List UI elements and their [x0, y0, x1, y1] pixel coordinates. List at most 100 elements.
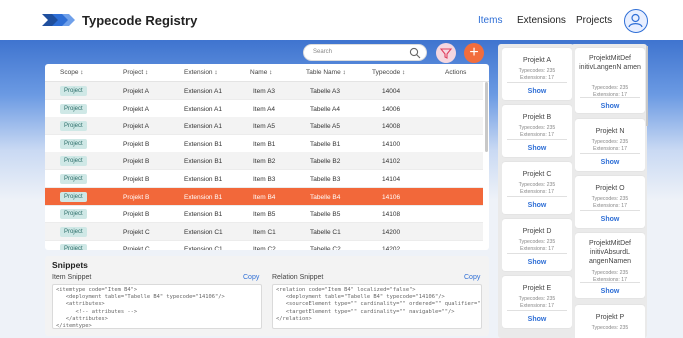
cell-project: Projekt A: [123, 88, 150, 95]
table-row[interactable]: Project Projekt C Extension C1 Item C1 Tabel…: [45, 222, 483, 241]
table-row[interactable]: Project Projekt A Extension A1 Item A5 Tabel…: [45, 117, 483, 136]
project-card: ProjektMitDef initivLangenN amen Typecode…: [575, 48, 645, 113]
project-extensions: Extensions: 17: [519, 303, 555, 309]
project-extensions: Extensions: 17: [519, 246, 555, 252]
project-typecodes: Typecodes: 235: [518, 296, 556, 302]
table-row[interactable]: Project Projekt A Extension A1 Item A4 Tabel…: [45, 100, 483, 118]
show-project-button[interactable]: Show: [502, 88, 572, 95]
cell-name: Item C1: [253, 228, 276, 236]
project-card: Projekt O Typecodes: 235 Extensions: 17 Sho…: [575, 176, 645, 228]
card-divider: [580, 210, 640, 211]
card-divider: [580, 97, 640, 98]
column-header-typecode[interactable]: Typecode ↕: [372, 69, 405, 76]
project-typecodes: Typecodes: 235: [591, 270, 629, 276]
project-typecodes: Typecodes: 235: [591, 139, 629, 145]
scope-badge: Project: [60, 244, 87, 250]
cell-typecode: 14004: [382, 88, 401, 95]
cell-typecode: 14008: [382, 123, 401, 131]
nav-items[interactable]: Items: [478, 15, 502, 26]
card-divider: [507, 82, 567, 83]
cell-table-name: Tabelle A4: [310, 105, 340, 113]
cell-extension: Extension B1: [184, 158, 223, 166]
card-divider: [580, 153, 640, 154]
table-row[interactable]: Project Projekt B Extension B1 Item B3 Tabel…: [45, 170, 483, 188]
table-row[interactable]: Project Projekt B Extension B1 Item B1 Tabel…: [45, 135, 483, 153]
project-typecodes: Typecodes: 235: [591, 85, 629, 91]
snippets-title: Snippets: [52, 260, 88, 270]
cell-name: Item A4: [253, 105, 276, 113]
card-divider: [580, 282, 640, 283]
projects-column-2: ProjektMitDef initivLangenN amen Typecode…: [575, 45, 645, 338]
show-project-button[interactable]: Show: [502, 259, 572, 266]
filter-icon: [439, 48, 453, 59]
cell-table-name: Tabelle C2: [310, 246, 341, 250]
project-name: Projekt O: [595, 185, 625, 192]
nav-projects[interactable]: Projects: [576, 15, 612, 26]
cell-name: Item B1: [253, 140, 276, 148]
cell-project: Projekt A: [123, 123, 150, 131]
item-snippet-label: Item Snippet: [52, 274, 92, 281]
cell-project: Projekt B: [123, 211, 150, 219]
cell-project: Projekt C: [123, 246, 150, 250]
item-snippet-code: <itemtype code="Item B4"> <deployment ta…: [52, 284, 262, 329]
table-scrollbar[interactable]: [485, 82, 488, 152]
cell-extension: Extension A1: [184, 123, 222, 131]
cell-typecode: 14106: [382, 193, 401, 201]
cell-table-name: Tabelle A5: [310, 123, 340, 131]
table-header: Scope ↕ Project ↕ Extension ↕ Name ↕ Tab…: [45, 64, 489, 82]
cell-name: Item B5: [253, 211, 276, 219]
column-header-table-name[interactable]: Table Name ↕: [306, 69, 346, 76]
project-typecodes: Typecodes: 235: [591, 325, 629, 331]
cell-project: Projekt C: [123, 228, 150, 236]
project-card: Projekt A Typecodes: 235 Extensions: 17 Sho…: [502, 48, 572, 100]
project-name: Projekt A: [522, 57, 551, 64]
avatar[interactable]: [624, 9, 648, 33]
projects-scrollbar[interactable]: [646, 46, 648, 126]
app-logo-icon: [42, 14, 75, 26]
add-item-button[interactable]: +: [464, 43, 484, 63]
relation-snippet-code: <relation code="Item B4" localized="fals…: [272, 284, 482, 329]
filter-button[interactable]: [436, 43, 456, 63]
cell-table-name: Tabelle B4: [310, 193, 341, 201]
project-typecodes: Typecodes: 235: [518, 182, 556, 188]
project-card: Projekt E Typecodes: 235 Extensions: 17 Sho…: [502, 276, 572, 328]
show-project-button[interactable]: Show: [575, 159, 645, 166]
table-row[interactable]: Project Projekt B Extension B1 Item B5 Tabel…: [45, 205, 483, 224]
project-typecodes: Typecodes: 235: [518, 239, 556, 245]
project-card: Projekt C Typecodes: 235 Extensions: 17 Sho…: [502, 162, 572, 214]
table-row[interactable]: Project Projekt A Extension A1 Item A3 Tabel…: [45, 82, 483, 100]
column-header-extension[interactable]: Extension ↕: [184, 69, 218, 76]
column-header-actions: Actions: [445, 69, 467, 76]
scope-badge: Project: [60, 138, 87, 149]
copy-relation-snippet-button[interactable]: Copy: [464, 274, 480, 281]
project-name: Projekt N: [595, 128, 625, 135]
show-project-button[interactable]: Show: [502, 202, 572, 209]
copy-item-snippet-button[interactable]: Copy: [243, 274, 259, 281]
column-header-scope[interactable]: Scope ↕: [60, 69, 84, 76]
scope-badge: Project: [60, 191, 87, 202]
cell-typecode: 14100: [382, 140, 401, 148]
cell-typecode: 14108: [382, 211, 401, 219]
show-project-button[interactable]: Show: [502, 316, 572, 323]
show-project-button[interactable]: Show: [575, 216, 645, 223]
search-input[interactable]: Search: [303, 44, 427, 61]
cell-name: Item B3: [253, 176, 276, 183]
column-header-name[interactable]: Name ↕: [250, 69, 272, 76]
show-project-button[interactable]: Show: [575, 288, 645, 295]
cell-project: Projekt B: [123, 140, 150, 148]
project-name: ProjektMitDef initivAbsurdL angenNamen: [588, 240, 632, 265]
project-name: Projekt C: [522, 171, 552, 178]
cell-extension: Extension B1: [184, 140, 223, 148]
project-card: ProjektMitDef initivAbsurdL angenNamen Ty…: [575, 233, 645, 298]
cell-typecode: 14200: [382, 228, 401, 236]
nav-extensions[interactable]: Extensions: [517, 15, 566, 26]
column-header-project[interactable]: Project ↕: [123, 69, 148, 76]
table-row[interactable]: Project Projekt B Extension B1 Item B4 Tabel…: [45, 187, 483, 206]
card-divider: [507, 196, 567, 197]
project-name: Projekt E: [522, 285, 552, 292]
cell-extension: Extension B1: [184, 211, 223, 219]
table-row[interactable]: Project Projekt B Extension B1 Item B2 Tabel…: [45, 152, 483, 171]
table-row[interactable]: Project Projekt C Extension C1 Item C2 Tabel…: [45, 240, 483, 250]
show-project-button[interactable]: Show: [575, 103, 645, 110]
show-project-button[interactable]: Show: [502, 145, 572, 152]
